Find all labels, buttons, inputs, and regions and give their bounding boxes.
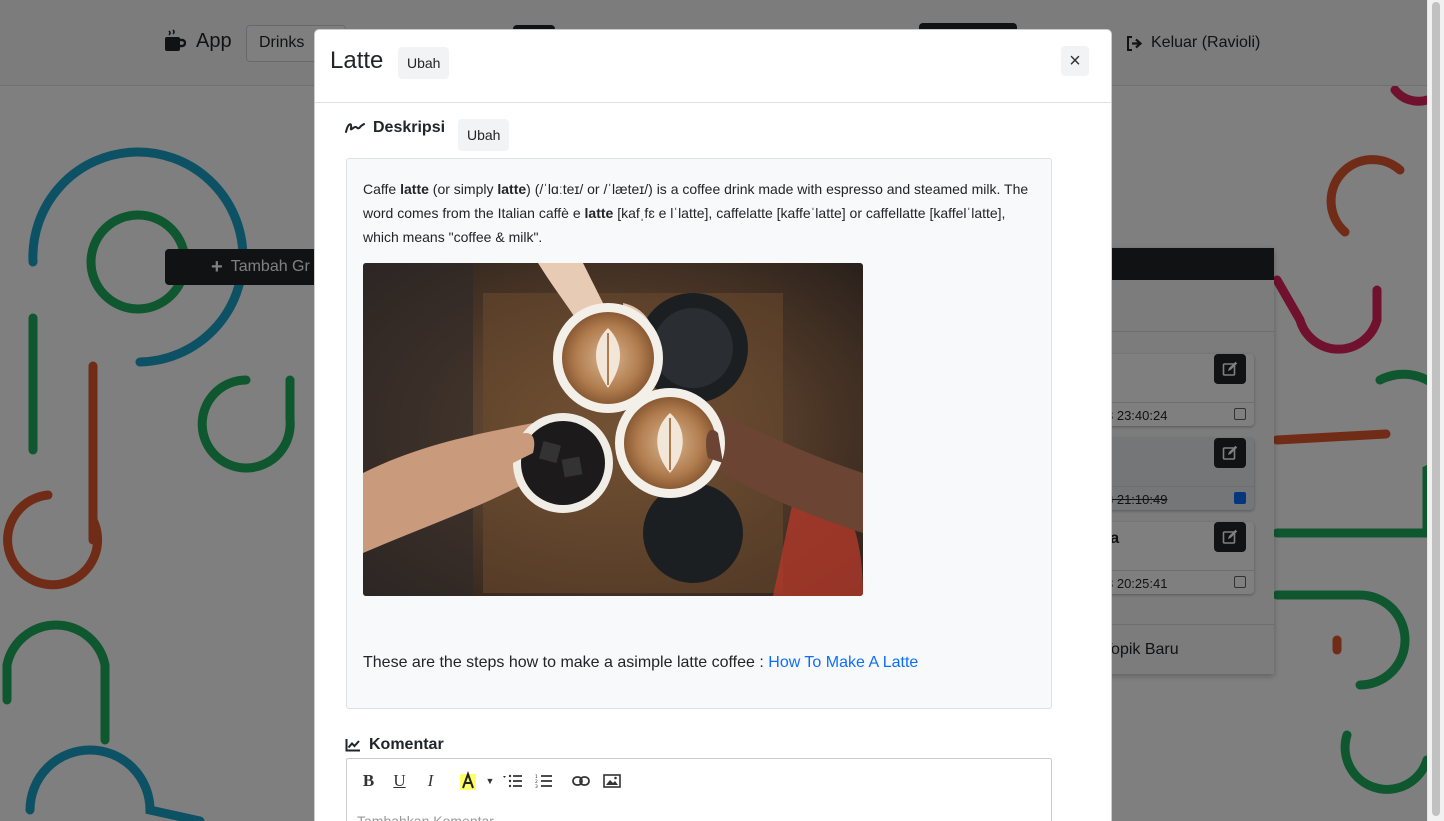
steps-text: These are the steps how to make a asimpl… <box>363 654 769 671</box>
steps-paragraph: These are the steps how to make a asimpl… <box>363 654 918 672</box>
link-icon <box>571 776 590 786</box>
text-segment: Caffe <box>363 181 401 197</box>
italic-button[interactable]: I <box>415 766 446 796</box>
highlight-icon <box>459 771 476 790</box>
bold-term: latte <box>584 205 614 221</box>
close-icon: × <box>1069 49 1081 72</box>
numbered-list-button[interactable]: 1 2 3 <box>528 766 559 796</box>
comment-editor[interactable]: B U I ▼ 1 2 3 Tambahkan Komentar <box>346 758 1052 821</box>
bullet-list-button[interactable] <box>497 766 528 796</box>
comments-heading: Komentar <box>345 736 444 754</box>
description-heading: Deskripsi <box>345 119 445 137</box>
description-box: Caffe latte (or simply latte) (/ˈlɑːteɪ/… <box>346 158 1052 709</box>
scrollbar-thumb[interactable] <box>1432 2 1440 816</box>
image-button[interactable] <box>596 766 627 796</box>
editor-toolbar: B U I ▼ 1 2 3 <box>347 759 1051 803</box>
comments-heading-label: Komentar <box>369 736 444 753</box>
description-heading-label: Deskripsi <box>373 119 446 136</box>
latte-photo <box>363 263 863 596</box>
image-icon <box>602 774 621 788</box>
modal-header: Latte Ubah × <box>315 30 1111 103</box>
edit-description-button[interactable]: Ubah <box>458 119 510 151</box>
link-button[interactable] <box>565 766 596 796</box>
highlight-color-button[interactable] <box>452 766 483 796</box>
bold-button[interactable]: B <box>353 766 384 796</box>
underline-button[interactable]: U <box>384 766 415 796</box>
signature-icon <box>345 123 365 133</box>
bold-term: latte <box>400 181 429 197</box>
topic-modal: Latte Ubah × Deskripsi Ubah Caffe latte … <box>314 29 1112 821</box>
line-chart-icon <box>345 739 360 752</box>
edit-title-button[interactable]: Ubah <box>398 47 450 79</box>
bullet-list-icon <box>502 774 522 788</box>
comment-placeholder: Tambahkan Komentar <box>357 813 494 821</box>
numbered-list-icon: 1 2 3 <box>535 774 552 788</box>
page-scrollbar[interactable] <box>1427 0 1444 821</box>
bold-term: latte <box>497 181 527 197</box>
description-text: Caffe latte (or simply latte) (/ˈlɑːteɪ/… <box>363 177 1039 249</box>
svg-text:3: 3 <box>535 784 538 788</box>
text-segment: (or simply <box>428 181 498 197</box>
modal-title: Latte <box>330 47 384 74</box>
close-button[interactable]: × <box>1061 46 1089 76</box>
how-to-link[interactable]: How To Make A Latte <box>768 654 918 671</box>
chevron-down-icon[interactable]: ▼ <box>483 766 497 796</box>
